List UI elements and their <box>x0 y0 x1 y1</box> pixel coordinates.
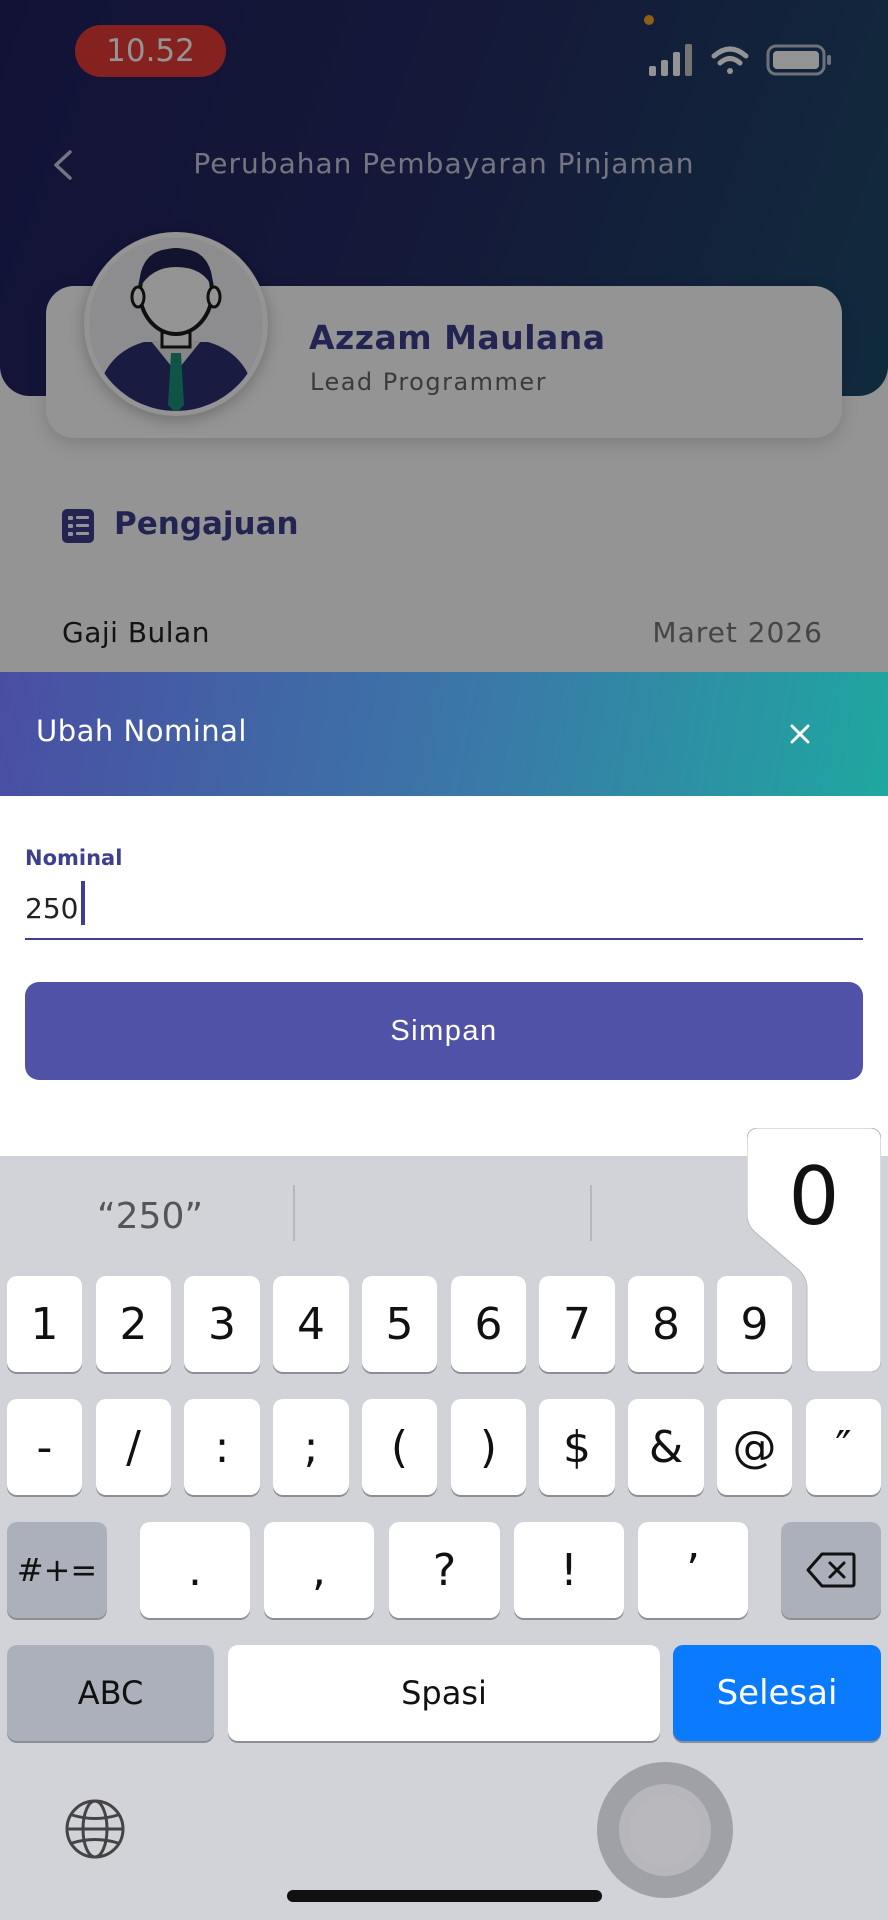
key-8[interactable]: 8 <box>628 1276 704 1372</box>
nominal-label: Nominal <box>25 846 123 870</box>
key-ampersand[interactable]: & <box>628 1399 704 1495</box>
key-colon[interactable]: : <box>184 1399 260 1495</box>
backspace-icon <box>806 1552 856 1588</box>
key-abc[interactable]: ABC <box>7 1645 214 1741</box>
key-quote[interactable]: ″ <box>806 1399 881 1495</box>
key-popup-char: 0 <box>788 1150 840 1243</box>
key-symbols-toggle[interactable]: #+= <box>7 1522 107 1618</box>
key-hyphen[interactable]: - <box>7 1399 82 1495</box>
key-open-paren[interactable]: ( <box>362 1399 437 1495</box>
key-apostrophe[interactable]: ’ <box>638 1522 748 1618</box>
key-1[interactable]: 1 <box>7 1276 82 1372</box>
key-6[interactable]: 6 <box>451 1276 526 1372</box>
sheet-title: Ubah Nominal <box>36 714 247 748</box>
sheet-body <box>0 796 888 1156</box>
close-icon[interactable] <box>782 716 818 752</box>
key-done[interactable]: Selesai <box>673 1645 881 1741</box>
key-slash[interactable]: / <box>96 1399 171 1495</box>
key-backspace[interactable] <box>781 1522 881 1618</box>
text-caret <box>81 881 85 925</box>
nominal-input[interactable] <box>25 878 863 940</box>
key-close-paren[interactable]: ) <box>451 1399 526 1495</box>
globe-icon[interactable] <box>64 1798 126 1860</box>
key-5[interactable]: 5 <box>362 1276 437 1372</box>
key-space[interactable]: Spasi <box>228 1645 660 1741</box>
suggestion-divider <box>293 1185 295 1241</box>
key-question[interactable]: ? <box>389 1522 500 1618</box>
home-indicator[interactable] <box>287 1890 602 1902</box>
key-dollar[interactable]: $ <box>539 1399 615 1495</box>
key-3[interactable]: 3 <box>184 1276 260 1372</box>
sheet-header: Ubah Nominal <box>0 672 888 796</box>
key-4[interactable]: 4 <box>273 1276 349 1372</box>
key-7[interactable]: 7 <box>539 1276 615 1372</box>
key-comma[interactable]: , <box>264 1522 374 1618</box>
suggestion-divider <box>590 1185 592 1241</box>
key-2[interactable]: 2 <box>96 1276 171 1372</box>
key-exclamation[interactable]: ! <box>514 1522 624 1618</box>
modal-overlay[interactable] <box>0 0 888 672</box>
key-semicolon[interactable]: ; <box>273 1399 349 1495</box>
app-background: 10.52 Perubahan Pembayaran Pinjaman Azza… <box>0 0 888 672</box>
key-period[interactable]: . <box>140 1522 250 1618</box>
save-button[interactable]: Simpan <box>25 982 863 1080</box>
suggestion-item[interactable]: “250” <box>40 1188 260 1244</box>
key-at[interactable]: @ <box>717 1399 792 1495</box>
assistive-touch-inner <box>629 1794 701 1866</box>
